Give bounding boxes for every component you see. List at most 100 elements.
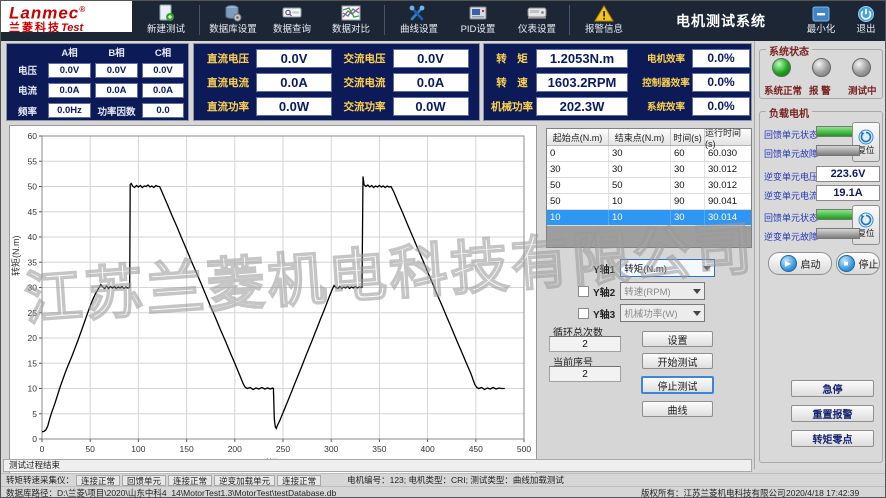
system-efficiency-label: 系统效率 [640,99,692,113]
toolbar-database-settings-button[interactable]: 数据库设置 [204,3,262,39]
power-factor-label: 功率因数 [93,101,140,120]
phase-a-current: 0.0A [48,83,91,98]
frequency-label: 频率 [9,101,46,120]
inverter-reset-button[interactable]: 复位 [852,205,880,245]
y-axis-1-select[interactable]: 转矩(N.m) [620,259,715,277]
inverter-unit-fault-label: 逆变单元故障 [764,230,818,243]
phase-b-header: B相 [93,44,140,60]
table-row[interactable]: 30303030.012 [547,162,751,178]
new-test-icon [137,3,195,23]
toolbar-curve-settings-button[interactable]: 曲线设置 [390,3,448,39]
svg-text:25: 25 [28,308,38,318]
feedback-reset-button[interactable]: 复位 [852,122,880,162]
speed-value: 1603.2RPM [536,73,628,92]
system-ok-led [772,58,791,77]
torque-meter-label: 转矩转速采集仪： [6,474,74,486]
svg-text:0: 0 [32,434,37,444]
app-window: Lanmec® 兰菱科技Test 新建测试 数据库设置 数据查询 [0,0,886,498]
motor-info: 电机编号：123; 电机类型：CRI; 测试类型：曲线加载测试 [347,474,564,486]
toolbar-new-test-button[interactable]: 新建测试 [137,3,195,39]
phase-c-current: 0.0A [142,83,184,98]
toolbar-alarm-info-button[interactable]: 报警信息 [575,3,633,39]
torque-zero-button[interactable]: 转矩零点 [791,430,874,447]
col-end-point: 结束点(N.m) [609,129,671,145]
svg-text:100: 100 [131,444,145,454]
y-axis-3-row: Y轴3 机械功率(W) [578,304,705,322]
stop-test-button[interactable]: 停止测试 [641,376,714,394]
table-header-row: 起始点(N.m) 结束点(N.m) 时间(s) 运行时间(s) [547,129,751,146]
table-row[interactable]: 50109090.041 [547,194,751,210]
start-test-button[interactable]: 开始测试 [642,353,713,369]
curve-settings-icon [390,3,448,23]
y-axis-1-row: Y轴1 转矩(N.m) [593,259,715,277]
load-motor-title: 负载电机 [766,105,812,120]
torque-label: 转 矩 [488,51,536,66]
reset-icon [858,129,874,145]
table-row[interactable]: 50503030.012 [547,178,751,194]
title-bar: Lanmec® 兰菱科技Test 新建测试 数据库设置 数据查询 [1,1,886,41]
torque-value: 1.2053N.m [536,49,628,68]
testing-led [852,58,871,77]
power-factor-value: 0.0 [142,103,184,118]
toolbar-separator [199,5,200,35]
feedback-unit-status: 连接正常 [168,475,212,486]
torque-meter-status: 连接正常 [76,475,120,486]
y-axis-2-select[interactable]: 转速(RPM) [620,282,705,300]
stop-icon: ■ [838,255,855,272]
table-row[interactable]: 0306060.030 [547,146,751,162]
emergency-stop-button[interactable]: 急停 [791,380,874,397]
dc-voltage-label: 直流电压 [200,51,256,66]
mech-power-value: 202.3W [536,97,628,116]
toolbar-data-compare-button[interactable]: 数据对比 [322,3,380,39]
y-axis-2-checkbox[interactable] [578,286,589,297]
y-axis-1-label: Y轴1 [593,261,615,276]
y-axis-3-checkbox[interactable] [578,308,589,319]
power-exit-icon [844,4,886,24]
ac-voltage-value: 0.0V [393,49,469,68]
inverter-current-label: 逆变单元电流 [764,189,818,202]
data-query-icon [263,3,321,23]
alarm-info-icon [575,3,633,23]
stop-button[interactable]: ■停止 [836,252,880,275]
loop-total-value[interactable]: 2 [549,336,621,352]
svg-text:35: 35 [28,257,38,267]
svg-text:150: 150 [180,444,194,454]
minimize-button[interactable]: 最小化 [799,4,843,38]
svg-text:5: 5 [32,409,37,419]
right-sidebar: 系统状态 系统正常 报 警 测试中 负载电机 回馈单元状态 复位 回馈单元故障 … [754,41,886,469]
toolbar-pid-settings-button[interactable]: PID设置 [449,3,507,39]
svg-text:20: 20 [28,333,38,343]
y-axis-3-label: Y轴3 [593,306,615,321]
y-axis-3-select[interactable]: 机械功率(W) [620,304,705,322]
curve-button[interactable]: 曲线 [642,401,713,417]
inverter-unit-fault-indicator [816,228,860,239]
torque-panel: 转 矩1.2053N.m 电机效率0.0% 转 速1603.2RPM 控制器效率… [483,43,752,121]
motor-efficiency-label: 电机效率 [640,51,692,65]
voltage-row-label: 电压 [9,60,46,80]
minimize-icon [799,4,843,24]
frequency-value: 0.0Hz [48,103,91,118]
db-path-value: D:\兰菱\项目\2020\山东中科4_14\MotorTest1.3\Moto… [57,487,336,498]
process-status-bar: 测试过程结束 [3,459,752,472]
svg-text:50: 50 [28,182,38,192]
svg-text:60: 60 [28,131,38,141]
testing-label: 测试中 [848,83,877,97]
phase-c-voltage: 0.0V [142,63,184,78]
start-button[interactable]: ▶启动 [768,252,832,275]
dc-power-label: 直流功率 [200,99,256,114]
test-segment-table: 起始点(N.m) 结束点(N.m) 时间(s) 运行时间(s) 0306060.… [546,128,752,248]
svg-text:200: 200 [228,444,242,454]
feedback-unit-name: 回馈单元 [122,475,166,486]
table-row-selected[interactable]: 10103030.014 [547,210,751,226]
current-index-value[interactable]: 2 [549,366,621,382]
meter-settings-icon [508,3,566,23]
y-axis-2-label: Y轴2 [593,284,615,299]
database-path-bar: 数据库路径： D:\兰菱\项目\2020\山东中科4_14\MotorTest1… [1,486,886,498]
reset-alarm-button[interactable]: 重置报警 [791,405,874,422]
toolbar-data-query-button[interactable]: 数据查询 [263,3,321,39]
exit-button[interactable]: 退出 [844,4,886,38]
phase-c-header: C相 [140,44,186,60]
settings-button[interactable]: 设置 [642,331,713,347]
svg-text:15: 15 [28,358,38,368]
toolbar-meter-settings-button[interactable]: 仪表设置 [508,3,566,39]
